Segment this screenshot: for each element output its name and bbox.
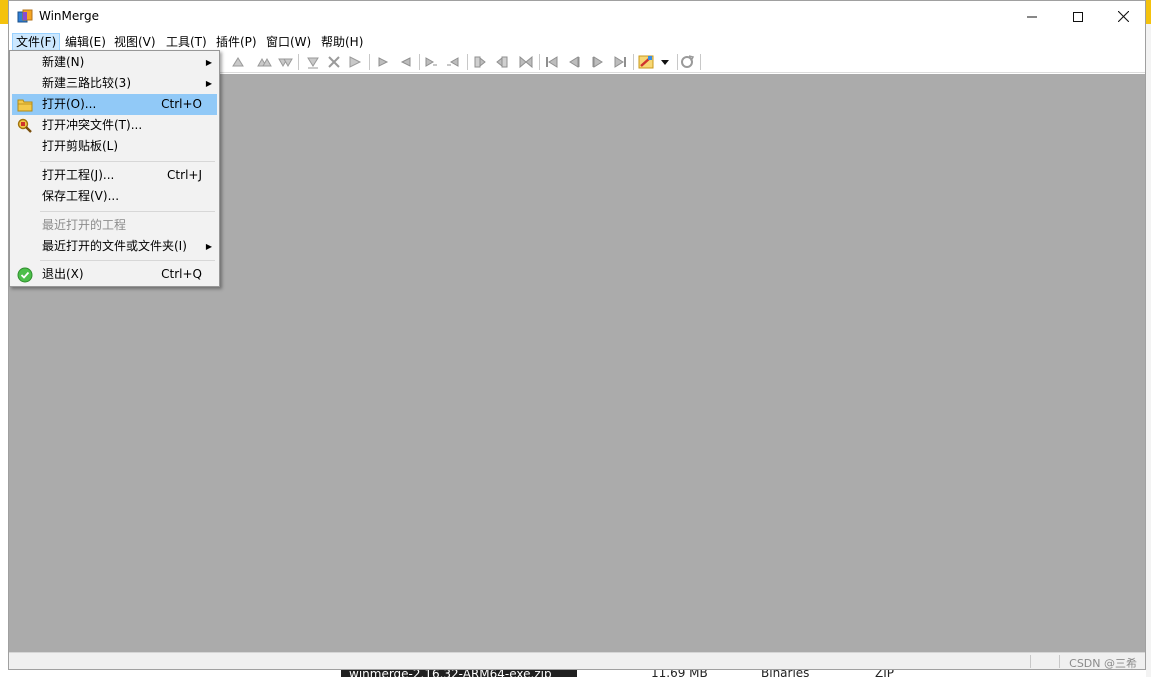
menu-tools[interactable]: 工具(T) xyxy=(163,33,210,51)
window-title: WinMerge xyxy=(39,9,99,23)
menu-item-open-conflict[interactable]: 打开冲突文件(T)... xyxy=(12,115,217,136)
menu-item-label: 最近打开的文件或文件夹(I) xyxy=(42,239,187,253)
toolbar-separator xyxy=(633,54,634,70)
copy-left-icon[interactable] xyxy=(398,54,414,70)
toolbar-separator xyxy=(369,54,370,70)
next-diff-icon[interactable] xyxy=(277,54,293,70)
toolbar-separator xyxy=(677,54,678,70)
menu-item-open-clipboard[interactable]: 打开剪贴板(L) xyxy=(12,136,217,157)
menu-item-label: 保存工程(V)... xyxy=(42,189,120,203)
copy-right-icon[interactable] xyxy=(375,54,391,70)
folder-open-icon xyxy=(17,99,33,112)
close-button[interactable] xyxy=(1100,1,1146,32)
submenu-arrow-icon: ▶ xyxy=(205,242,212,251)
chevron-down-icon[interactable] xyxy=(657,54,673,70)
menu-plugins[interactable]: 插件(P) xyxy=(213,33,260,51)
menu-item-label: 新建三路比较(3) xyxy=(42,76,131,90)
prev-diff-icon[interactable] xyxy=(256,54,272,70)
menu-item-exit[interactable]: 退出(X) Ctrl+Q xyxy=(12,264,217,285)
prev-conflict-icon[interactable] xyxy=(347,54,363,70)
toolbar-separator xyxy=(419,54,420,70)
menu-item-open[interactable]: 打开(O)... Ctrl+O xyxy=(12,94,217,115)
copy-left-advance-icon[interactable] xyxy=(445,54,461,70)
minimize-icon xyxy=(1027,16,1037,17)
menu-edit[interactable]: 编辑(E) xyxy=(62,33,109,51)
next-file-icon[interactable] xyxy=(590,54,606,70)
maximize-icon xyxy=(1073,11,1083,22)
exit-check-icon xyxy=(17,267,33,283)
menu-separator xyxy=(40,161,215,162)
menu-separator xyxy=(40,211,215,212)
winmerge-app-icon xyxy=(17,9,33,23)
title-bar[interactable]: WinMerge xyxy=(9,1,1145,32)
options-icon[interactable] xyxy=(638,54,654,70)
conflict-search-icon xyxy=(17,118,32,133)
menu-item-recent-files[interactable]: 最近打开的文件或文件夹(I) ▶ xyxy=(12,236,217,257)
background-page-strip xyxy=(1146,24,1151,677)
status-bar-separator xyxy=(1059,655,1060,668)
menu-item-label: 退出(X) xyxy=(42,267,84,281)
close-icon xyxy=(1117,11,1129,22)
merge-icon[interactable] xyxy=(518,54,534,70)
current-diff-icon[interactable] xyxy=(326,54,342,70)
toolbar-separator xyxy=(298,54,299,70)
submenu-arrow-icon: ▶ xyxy=(205,79,212,88)
copy-all-left-icon[interactable] xyxy=(494,54,510,70)
submenu-arrow-icon: ▶ xyxy=(205,58,212,67)
menu-file[interactable]: 文件(F) xyxy=(12,33,61,51)
menu-window[interactable]: 窗口(W) xyxy=(263,33,314,51)
toolbar-separator xyxy=(700,54,701,70)
minimize-button[interactable] xyxy=(1009,1,1055,32)
toolbar-separator xyxy=(539,54,540,70)
menu-help[interactable]: 帮助(H) xyxy=(318,33,366,51)
toolbar-separator xyxy=(467,54,468,70)
last-diff-icon[interactable] xyxy=(305,54,321,70)
background-yellow-bar-right xyxy=(1146,0,1151,24)
copy-right-advance-icon[interactable] xyxy=(423,54,439,70)
menu-item-shortcut: Ctrl+O xyxy=(161,97,202,111)
first-file-icon[interactable] xyxy=(544,54,560,70)
menu-item-label: 最近打开的工程 xyxy=(42,218,127,232)
menu-item-recent-projects: 最近打开的工程 xyxy=(12,215,217,236)
watermark-text: CSDN @三希 xyxy=(1069,657,1137,670)
maximize-button[interactable] xyxy=(1055,1,1101,32)
first-diff-icon[interactable] xyxy=(230,54,246,70)
menu-view[interactable]: 视图(V) xyxy=(111,33,159,51)
file-menu-dropdown: 新建(N) ▶ 新建三路比较(3) ▶ 打开(O)... Ctrl+O 打开冲突… xyxy=(9,50,220,287)
menu-item-label: 新建(N) xyxy=(42,55,85,69)
status-bar: CSDN @三希 xyxy=(9,652,1145,670)
menu-item-shortcut: Ctrl+J xyxy=(167,168,202,182)
menu-item-open-project[interactable]: 打开工程(J)... Ctrl+J xyxy=(12,165,217,186)
status-bar-separator xyxy=(1030,655,1031,668)
menu-item-label: 打开冲突文件(T)... xyxy=(42,118,143,132)
menu-item-label: 打开工程(J)... xyxy=(42,168,115,182)
menu-item-new-three-way[interactable]: 新建三路比较(3) ▶ xyxy=(12,73,217,94)
menu-item-label: 打开剪贴板(L) xyxy=(42,139,119,153)
copy-all-right-icon[interactable] xyxy=(472,54,488,70)
prev-file-icon[interactable] xyxy=(566,54,582,70)
refresh-icon[interactable] xyxy=(679,54,695,70)
menu-separator xyxy=(40,260,215,261)
menu-bar: 文件(F) 编辑(E) 视图(V) 工具(T) 插件(P) 窗口(W) 帮助(H… xyxy=(9,32,1145,51)
last-file-icon[interactable] xyxy=(612,54,628,70)
menu-item-save-project[interactable]: 保存工程(V)... xyxy=(12,186,217,207)
menu-item-new[interactable]: 新建(N) ▶ xyxy=(12,52,217,73)
menu-item-shortcut: Ctrl+Q xyxy=(161,267,202,281)
menu-item-label: 打开(O)... xyxy=(42,97,97,111)
